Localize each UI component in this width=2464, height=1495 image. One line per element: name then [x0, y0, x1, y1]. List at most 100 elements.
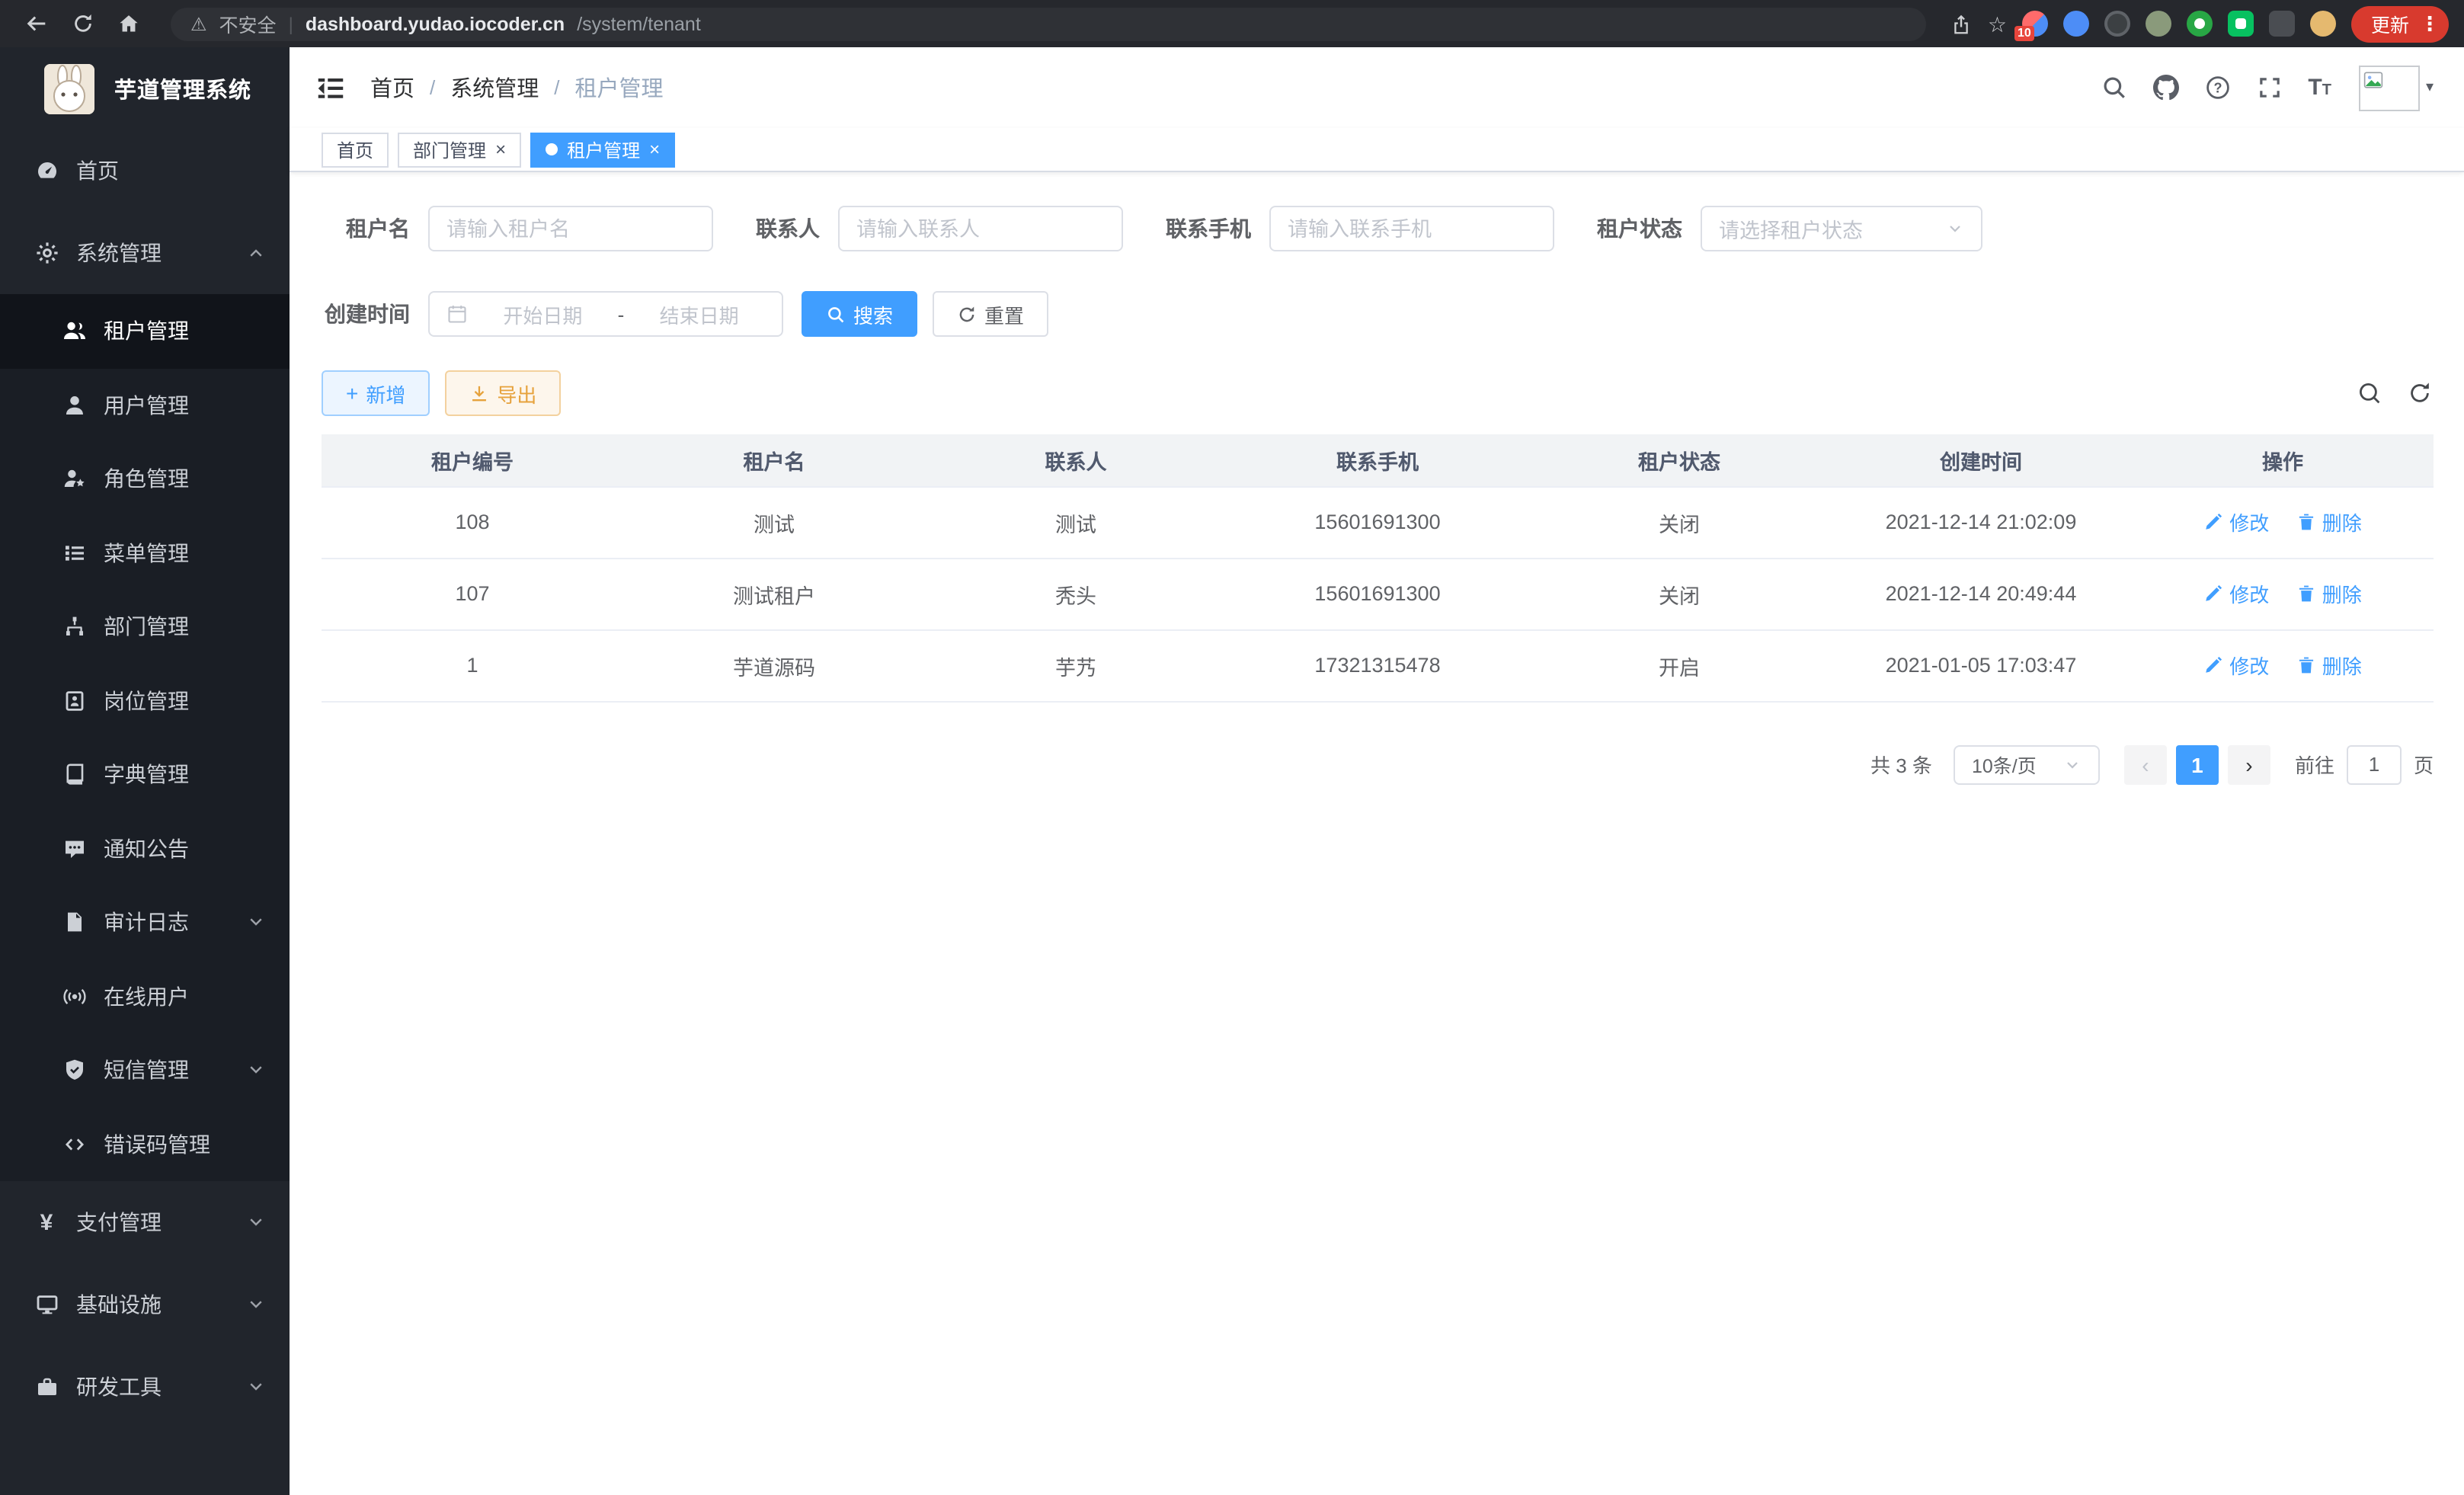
date-start-placeholder: 开始日期 [477, 299, 609, 328]
bookmark-star-icon[interactable]: ☆ [1988, 13, 2007, 34]
refresh-table-button[interactable] [2408, 380, 2434, 406]
edit-button[interactable]: 修改 [2203, 507, 2269, 536]
back-arrow-icon [25, 12, 48, 35]
browser-update-button[interactable]: 更新 ⋮ [2351, 5, 2449, 42]
delete-label: 删除 [2322, 507, 2362, 536]
app-logo[interactable]: 芋道管理系统 [0, 47, 290, 130]
reload-icon [71, 12, 94, 35]
extension-blue-icon[interactable] [2063, 11, 2089, 37]
status-select[interactable]: 请选择租户状态 [1701, 206, 1982, 251]
reload-button[interactable] [64, 5, 101, 42]
col-created: 创建时间 [1830, 434, 2132, 486]
menu-list-icon [61, 540, 87, 566]
page-size-select[interactable]: 10条/页 [1954, 744, 2100, 784]
sidebar-item-system[interactable]: 系统管理 [0, 212, 290, 294]
sidebar-item-online-users[interactable]: 在线用户 [0, 959, 290, 1033]
extension-chat-icon[interactable] [2228, 11, 2254, 37]
delete-button[interactable]: 删除 [2296, 579, 2362, 608]
export-button[interactable]: 导出 [445, 370, 561, 416]
dashboard-icon [34, 158, 59, 184]
mobile-input[interactable] [1288, 217, 1536, 240]
tab-close-icon[interactable]: × [495, 140, 506, 158]
cell-created: 2021-12-14 21:02:09 [1830, 486, 2132, 558]
security-label[interactable]: 不安全 [219, 9, 277, 38]
breadcrumb: 首页 / 系统管理 / 租户管理 [370, 72, 664, 104]
tab-home[interactable]: 首页 [322, 132, 389, 167]
help-button[interactable]: ? [2204, 74, 2232, 101]
font-size-button[interactable]: TT [2308, 76, 2331, 99]
date-range-picker[interactable]: 开始日期 - 结束日期 [428, 291, 783, 337]
search-icon [2357, 380, 2382, 405]
filter-row-2: 创建时间 开始日期 - 结束日期 搜索 重置 [322, 291, 2434, 337]
avatar [2359, 65, 2420, 110]
sidebar-item-post[interactable]: 岗位管理 [0, 664, 290, 738]
chevron-down-icon [247, 914, 265, 932]
reset-button[interactable]: 重置 [933, 291, 1048, 337]
extension-translate-icon[interactable]: 10 [2022, 11, 2048, 37]
sidebar-item-label: 字典管理 [104, 760, 189, 790]
col-mobile: 联系手机 [1227, 434, 1528, 486]
filter-status: 租户状态 请选择租户状态 [1597, 206, 1982, 251]
sidebar-item-home[interactable]: 首页 [0, 130, 290, 212]
sidebar-item-dept[interactable]: 部门管理 [0, 590, 290, 664]
profile-avatar-icon[interactable] [2310, 11, 2336, 37]
user-menu[interactable]: ▾ [2359, 65, 2434, 110]
next-page-button[interactable]: › [2228, 744, 2270, 784]
page-number-1[interactable]: 1 [2176, 744, 2219, 784]
tab-close-icon[interactable]: × [649, 140, 660, 158]
tenant-icon [61, 319, 87, 344]
sidebar-item-role[interactable]: 角色管理 [0, 442, 290, 516]
sidebar-item-dev-tools[interactable]: 研发工具 [0, 1346, 290, 1428]
breadcrumb-home[interactable]: 首页 [370, 72, 414, 104]
extension-olive-icon[interactable] [2146, 11, 2171, 37]
breadcrumb-system[interactable]: 系统管理 [450, 72, 539, 104]
toggle-search-button[interactable] [2357, 380, 2383, 406]
share-button[interactable] [1951, 13, 1973, 34]
delete-button[interactable]: 删除 [2296, 507, 2362, 536]
logo-image [44, 63, 94, 114]
home-button[interactable] [110, 5, 146, 42]
header-search-button[interactable] [2101, 74, 2128, 101]
edit-button[interactable]: 修改 [2203, 579, 2269, 608]
sidebar-fold-button[interactable] [315, 72, 346, 103]
tab-tenant[interactable]: 租户管理 × [530, 132, 675, 167]
user-icon [61, 392, 87, 418]
sidebar-item-payment[interactable]: ¥ 支付管理 [0, 1181, 290, 1263]
tenant-name-input[interactable] [446, 217, 695, 240]
cell-contact: 测试 [925, 486, 1227, 558]
sidebar-item-menu[interactable]: 菜单管理 [0, 516, 290, 590]
extension-puzzle-icon[interactable] [2269, 11, 2295, 37]
sidebar-item-tenant[interactable]: 租户管理 [0, 294, 290, 368]
add-button[interactable]: + 新增 [322, 370, 430, 416]
browser-menu-icon[interactable]: ⋮ [2420, 11, 2440, 36]
address-bar[interactable]: ⚠ 不安全 | dashboard.yudao.iocoder.cn /syst… [171, 7, 1927, 40]
goto-page-input[interactable] [2347, 744, 2402, 784]
export-button-label: 导出 [497, 379, 536, 408]
table-row: 108 测试 测试 15601691300 关闭 2021-12-14 21:0… [322, 486, 2434, 558]
delete-button[interactable]: 删除 [2296, 651, 2362, 680]
table-tools [2357, 380, 2434, 406]
sidebar-item-user[interactable]: 用户管理 [0, 368, 290, 442]
sidebar-item-audit-log[interactable]: 审计日志 [0, 885, 290, 959]
search-button[interactable]: 搜索 [802, 291, 917, 337]
sidebar-item-sms[interactable]: 短信管理 [0, 1033, 290, 1107]
active-dot-icon [546, 143, 558, 155]
extension-green-icon[interactable] [2187, 11, 2213, 37]
font-size-icon: T [2308, 76, 2322, 99]
github-button[interactable] [2152, 74, 2180, 101]
sidebar: 芋道管理系统 首页 系统管理 租户管理 [0, 47, 290, 1495]
back-button[interactable] [18, 5, 55, 42]
sidebar-item-infrastructure[interactable]: 基础设施 [0, 1263, 290, 1346]
sidebar-item-notice[interactable]: 通知公告 [0, 812, 290, 885]
tab-dept[interactable]: 部门管理 × [398, 132, 521, 167]
prev-page-button[interactable]: ‹ [2124, 744, 2167, 784]
extension-badge: 10 [2014, 26, 2034, 41]
page-size-value: 10条/页 [1972, 750, 2037, 779]
edit-button[interactable]: 修改 [2203, 651, 2269, 680]
sidebar-item-error-code[interactable]: 错误码管理 [0, 1107, 290, 1181]
extension-dark-sphere-icon[interactable] [2104, 11, 2130, 37]
fullscreen-button[interactable] [2256, 74, 2283, 101]
sidebar-item-label: 岗位管理 [104, 686, 189, 716]
sidebar-item-dict[interactable]: 字典管理 [0, 738, 290, 812]
contact-input[interactable] [856, 217, 1105, 240]
